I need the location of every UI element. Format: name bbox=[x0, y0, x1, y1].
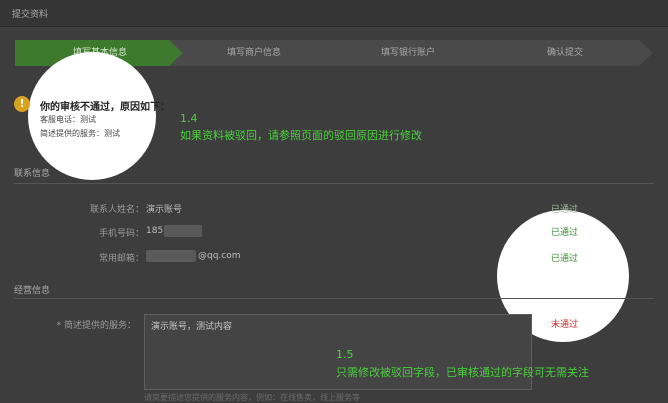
divider bbox=[14, 298, 654, 299]
annotation-1-5-number: 1.5 bbox=[336, 348, 354, 361]
email-label: 常用邮箱： bbox=[98, 254, 144, 264]
reject-notice-title: 你的审核不通过，原因如下： bbox=[40, 102, 170, 113]
window-title: 提交资料 bbox=[12, 10, 49, 20]
contact-name-status: 已通过 bbox=[551, 205, 579, 215]
phone-label: 手机号码： bbox=[98, 229, 144, 239]
annotation-1-4-text: 如果资料被驳回，请参照页面的驳回原因进行修改 bbox=[180, 129, 422, 142]
section-title-business: 经营信息 bbox=[14, 286, 51, 296]
reject-reason-1: 客服电话：测试 bbox=[40, 115, 96, 124]
email-status: 已通过 bbox=[551, 254, 579, 264]
redacted-phone bbox=[164, 225, 202, 237]
divider bbox=[14, 183, 654, 184]
warning-icon: ! bbox=[14, 96, 30, 112]
phone-status: 已通过 bbox=[551, 228, 579, 238]
annotation-1-5-text: 只需修改被驳回字段，已审核通过的字段可无需关注 bbox=[336, 366, 589, 379]
step-2[interactable]: 填写商户信息 bbox=[169, 40, 339, 66]
annotation-1-4-number: 1.4 bbox=[180, 112, 198, 125]
contact-name-label: 联系人姓名： bbox=[89, 205, 144, 215]
step-3[interactable]: 填写银行账户 bbox=[323, 40, 493, 66]
step-4[interactable]: 确认提交 bbox=[477, 40, 653, 66]
redacted-email bbox=[146, 250, 196, 262]
contact-name-value: 演示账号 bbox=[146, 205, 183, 215]
email-value: @qq.com bbox=[198, 251, 241, 261]
reject-reason-2: 简述提供的服务：测试 bbox=[40, 129, 120, 138]
service-description-status: 未通过 bbox=[551, 320, 579, 330]
section-title-contact: 联系信息 bbox=[14, 169, 51, 179]
service-description-help: 请简要描述您提供的服务内容，例如：在线售卖，线上服务等 bbox=[144, 393, 360, 402]
service-description-label: * 简述提供的服务： bbox=[56, 321, 136, 331]
phone-value: 185 bbox=[146, 226, 164, 236]
window-titlebar: 提交资料 bbox=[0, 0, 668, 27]
